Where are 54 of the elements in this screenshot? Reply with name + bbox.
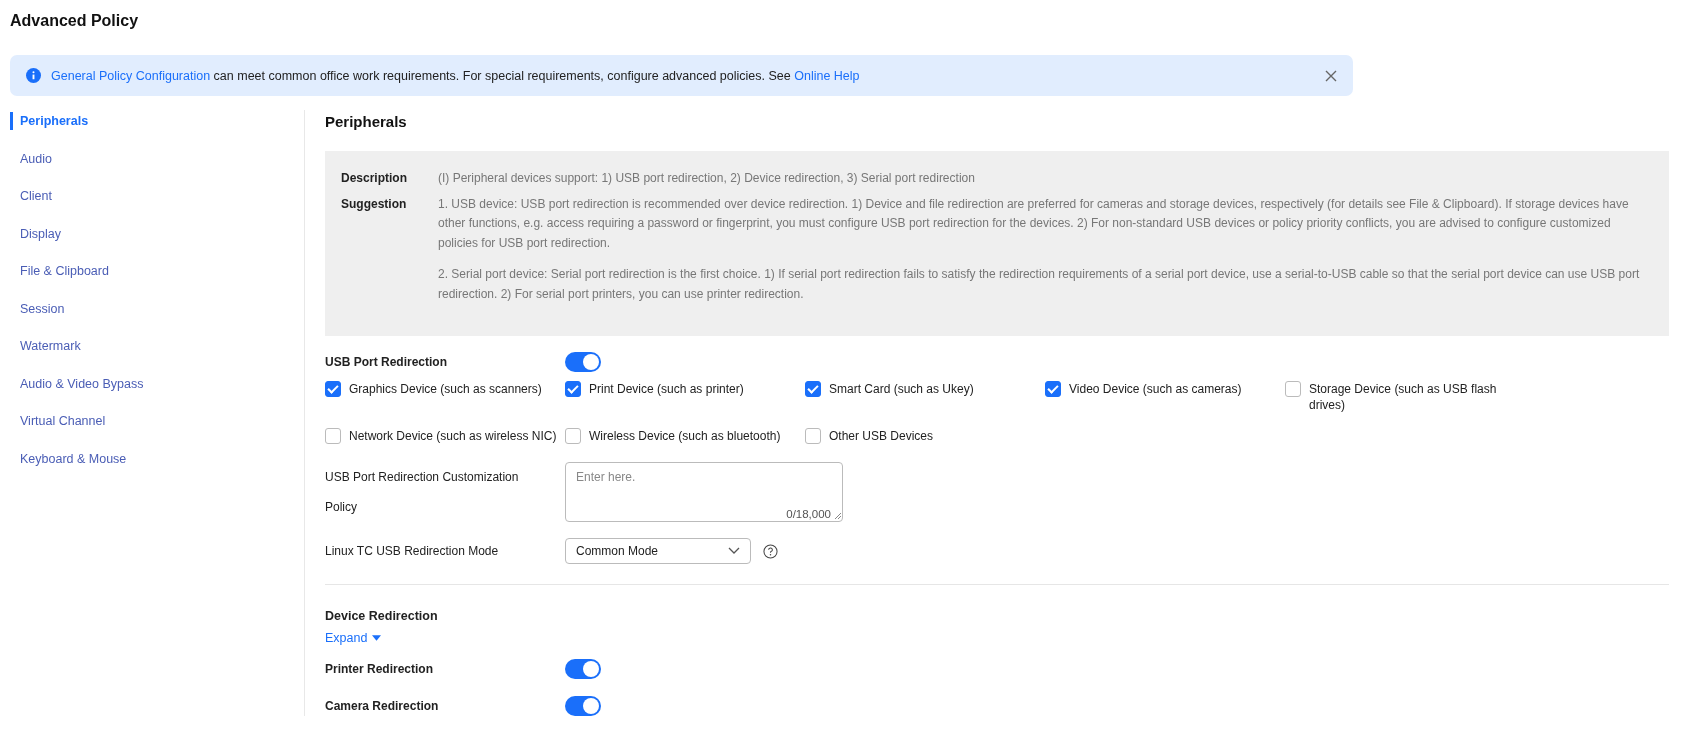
sidebar-item[interactable]: Audio <box>10 149 304 168</box>
checkbox-label: Video Device (such as cameras) <box>1069 381 1242 397</box>
info-text: (I) Peripheral devices support: 1) USB port redirection, 2) Device redirection, 3) Serial port redirection <box>438 170 975 187</box>
info-text: 2. Serial port device: Serial port redirection is the first choice. 1) If serial port redirection fails to satisfy the redirection requirements of a serial port device, use a serial-to-USB cable so that the serial port device can use USB port redirection. 2) For serial port printers, you can use printer redirection. <box>438 266 1641 303</box>
field-label: USB Port Redirection Customization Policy <box>325 469 520 516</box>
sidebar-item[interactable]: Peripherals <box>10 112 304 130</box>
chevron-down-icon <box>728 547 740 555</box>
checkbox-label: Network Device (such as wireless NIC) <box>349 428 557 444</box>
checkbox[interactable] <box>565 381 581 397</box>
checkbox[interactable] <box>805 428 821 444</box>
setting-label: Camera Redirection <box>325 699 440 713</box>
character-counter: 0/18,000 <box>786 508 831 520</box>
page-title: Advanced Policy <box>9 11 140 31</box>
checkbox[interactable] <box>1285 381 1301 397</box>
checkbox[interactable] <box>565 428 581 444</box>
info-label: Suggestion <box>341 195 408 213</box>
setting-label: USB Port Redirection <box>325 355 448 369</box>
toggle-switch[interactable] <box>565 659 601 679</box>
checkbox[interactable] <box>325 381 341 397</box>
info-text: 1. USB device: USB port redirection is recommended over device redirection. 1) Device and file redirection are preferred for cameras and storage devices, respectively (for details see File & Clipboard). If storage devices have other functions, e.g. access requiring a password or fingerprint, you must configure USB port redirection for the devices. 2) For non-standard USB devices or policy priority conflicts, you are advised to configure customized policies for USB port redirection. <box>438 195 1630 252</box>
checkbox-label: Graphics Device (such as scanners) <box>349 381 542 397</box>
info-label: Description <box>341 170 408 187</box>
section-title: Peripherals <box>325 112 408 132</box>
sidebar-item[interactable]: File & Clipboard <box>10 262 304 280</box>
checkbox[interactable] <box>1045 381 1061 397</box>
checkbox-label: Storage Device (such as USB flash drives) <box>1309 381 1498 413</box>
setting-label: Printer Redirection <box>325 662 435 676</box>
sidebar-item[interactable]: Session <box>10 299 304 318</box>
toggle-switch[interactable] <box>565 352 601 372</box>
sidebar-item[interactable]: Virtual Channel <box>10 412 304 430</box>
help-link[interactable]: General Policy Configuration <box>51 68 211 83</box>
toggle-switch[interactable] <box>565 696 601 716</box>
checkbox-label: Print Device (such as printer) <box>589 381 744 397</box>
close-icon[interactable] <box>1325 69 1337 82</box>
caret-icon <box>372 635 382 641</box>
help-link[interactable]: Online Help <box>794 68 860 83</box>
field-label: Linux TC USB Redirection Mode <box>325 544 500 558</box>
checkbox-label: Other USB Devices <box>829 428 934 444</box>
sidebar-item[interactable]: Display <box>10 224 304 243</box>
checkbox[interactable] <box>805 381 821 397</box>
expand-link[interactable]: Expand <box>325 631 382 645</box>
sidebar-item[interactable]: Watermark <box>10 337 304 355</box>
checkbox[interactable] <box>325 428 341 444</box>
banner-message: General Policy Configuration can meet common office work requirements. For special requirements, configure advanced policies. See Online Help <box>51 68 861 83</box>
sidebar-item[interactable]: Client <box>10 187 304 205</box>
sidebar-item[interactable]: Keyboard & Mouse <box>10 449 304 468</box>
resize-handle-icon[interactable] <box>835 513 841 519</box>
checkbox-label: Wireless Device (such as bluetooth) <box>589 428 781 444</box>
mode-dropdown[interactable]: Common Mode <box>565 538 751 564</box>
info-icon <box>26 68 41 83</box>
group-title: Device Redirection <box>325 609 439 623</box>
checkbox-label: Smart Card (such as Ukey) <box>829 381 974 397</box>
help-icon[interactable] <box>763 543 778 559</box>
sidebar-item[interactable]: Audio & Video Bypass <box>10 374 304 393</box>
